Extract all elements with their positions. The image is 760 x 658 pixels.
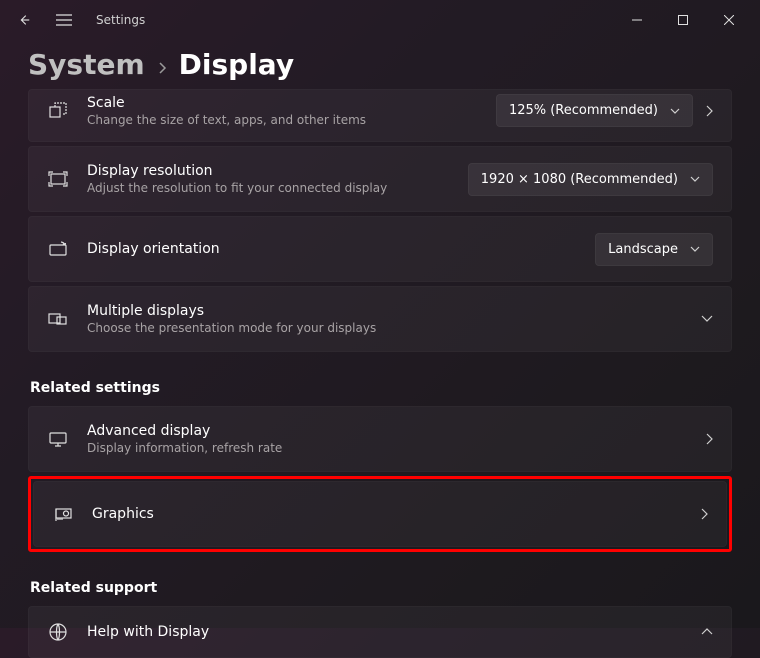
resolution-sub: Adjust the resolution to fit your connec… [87, 181, 450, 195]
scale-title: Scale [87, 95, 478, 111]
arrow-left-icon [17, 13, 31, 27]
scale-icon [47, 100, 69, 122]
graphics-title: Graphics [92, 506, 682, 522]
help-display-card[interactable]: Help with Display [28, 606, 732, 658]
resolution-icon [47, 168, 69, 190]
gpu-icon [52, 503, 74, 525]
chevron-right-icon [157, 59, 167, 78]
app-name: Settings [96, 13, 145, 27]
orientation-card[interactable]: Display orientation Landscape [28, 216, 732, 282]
scale-card[interactable]: Scale Change the size of text, apps, and… [28, 89, 732, 142]
multiple-displays-sub: Choose the presentation mode for your di… [87, 321, 683, 335]
chevron-right-icon [705, 105, 713, 117]
orientation-icon [47, 238, 69, 260]
chevron-down-icon [690, 176, 700, 182]
advanced-display-card[interactable]: Advanced display Display information, re… [28, 406, 732, 472]
globe-icon [47, 621, 69, 643]
monitor-icon [47, 428, 69, 450]
help-display-title: Help with Display [87, 624, 683, 640]
resolution-card[interactable]: Display resolution Adjust the resolution… [28, 146, 732, 212]
scale-dropdown[interactable]: 125% (Recommended) [496, 94, 693, 127]
content: Scale Change the size of text, apps, and… [0, 89, 760, 658]
chevron-down-icon [690, 246, 700, 252]
titlebar: Settings [0, 0, 760, 40]
chevron-up-icon [701, 628, 713, 636]
breadcrumb-current: Display [179, 48, 294, 81]
graphics-highlight: Graphics [28, 476, 732, 552]
breadcrumb-parent[interactable]: System [28, 48, 145, 81]
orientation-title: Display orientation [87, 241, 577, 257]
chevron-right-icon [705, 433, 713, 445]
graphics-card[interactable]: Graphics [33, 481, 727, 547]
close-button[interactable] [706, 4, 752, 36]
orientation-value: Landscape [608, 242, 678, 257]
related-support-header: Related support [30, 580, 732, 596]
orientation-dropdown[interactable]: Landscape [595, 233, 713, 266]
chevron-down-icon [701, 315, 713, 323]
advanced-display-title: Advanced display [87, 423, 687, 439]
menu-button[interactable] [48, 4, 80, 36]
chevron-right-icon [700, 508, 708, 520]
minimize-icon [632, 15, 642, 25]
hamburger-icon [56, 14, 72, 26]
close-icon [724, 15, 734, 25]
multiple-displays-icon [47, 308, 69, 330]
maximize-button[interactable] [660, 4, 706, 36]
multiple-displays-title: Multiple displays [87, 303, 683, 319]
back-button[interactable] [8, 4, 40, 36]
maximize-icon [678, 15, 688, 25]
scale-sub: Change the size of text, apps, and other… [87, 113, 478, 127]
scale-value: 125% (Recommended) [509, 103, 658, 118]
minimize-button[interactable] [614, 4, 660, 36]
resolution-dropdown[interactable]: 1920 × 1080 (Recommended) [468, 163, 713, 196]
resolution-title: Display resolution [87, 163, 450, 179]
chevron-down-icon [670, 108, 680, 114]
advanced-display-sub: Display information, refresh rate [87, 441, 687, 455]
resolution-value: 1920 × 1080 (Recommended) [481, 172, 678, 187]
multiple-displays-card[interactable]: Multiple displays Choose the presentatio… [28, 286, 732, 352]
related-settings-header: Related settings [30, 380, 732, 396]
